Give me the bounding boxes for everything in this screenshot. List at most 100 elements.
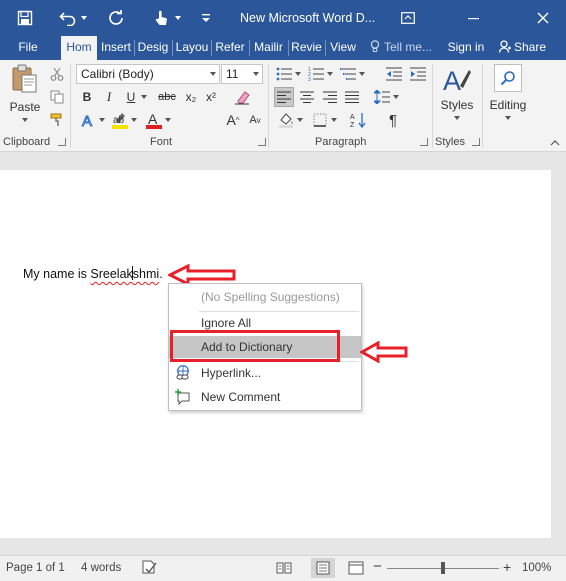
font-name-value: Calibri (Body) <box>81 67 154 81</box>
read-mode-icon[interactable] <box>276 561 292 578</box>
lightbulb-icon <box>370 38 380 60</box>
shading-dropdown-icon[interactable] <box>296 110 304 130</box>
font-launcher-icon[interactable] <box>258 138 266 146</box>
share-button[interactable]: Share <box>499 36 551 60</box>
tab-mailings[interactable]: Mailir <box>251 36 286 60</box>
line-spacing-dropdown-icon[interactable] <box>392 87 400 107</box>
underline-button[interactable]: U <box>122 87 140 107</box>
numbering-dropdown-icon[interactable] <box>326 64 334 84</box>
styles-group-label: Styles <box>435 136 465 148</box>
clear-formatting-icon[interactable] <box>232 87 252 107</box>
font-color-icon[interactable]: A <box>144 110 164 130</box>
multilevel-list-icon[interactable] <box>338 64 358 84</box>
numbering-icon[interactable]: 123 <box>306 64 326 84</box>
strikethrough-button[interactable]: abc <box>154 87 180 107</box>
font-color-dropdown-icon[interactable] <box>164 110 172 130</box>
bullets-dropdown-icon[interactable] <box>294 64 302 84</box>
svg-text:A: A <box>82 113 92 128</box>
zoom-out-button[interactable]: − <box>373 558 382 575</box>
close-icon[interactable] <box>533 8 553 28</box>
bullets-icon[interactable] <box>274 64 294 84</box>
borders-icon[interactable] <box>310 110 330 130</box>
sign-in-link[interactable]: Sign in <box>446 36 486 60</box>
ribbon-tabs: File Hom Insert Desig Layou Refer Mailir… <box>0 36 566 60</box>
clipboard-launcher-icon[interactable] <box>58 138 66 146</box>
justify-icon[interactable] <box>342 87 362 107</box>
svg-text:Z: Z <box>350 122 355 128</box>
highlight-dropdown-icon[interactable] <box>130 110 138 130</box>
align-center-icon[interactable] <box>297 87 317 107</box>
font-group-label: Font <box>150 136 173 148</box>
subscript-button[interactable]: x₂ <box>182 87 200 107</box>
collapse-ribbon-icon[interactable] <box>548 138 562 148</box>
web-layout-icon[interactable] <box>348 561 364 578</box>
decrease-indent-icon[interactable] <box>384 64 404 84</box>
clipboard-group-label: Clipboard <box>3 136 51 148</box>
print-layout-icon[interactable] <box>311 558 335 578</box>
format-painter-icon[interactable] <box>48 111 66 129</box>
styles-icon: A <box>443 66 471 94</box>
tab-design[interactable]: Desig <box>136 36 170 60</box>
tab-layout[interactable]: Layou <box>174 36 210 60</box>
customize-qat-icon[interactable] <box>198 6 214 30</box>
undo-dropdown-icon[interactable] <box>78 6 90 30</box>
redo-icon[interactable] <box>104 6 128 30</box>
ribbon-display-options-icon[interactable] <box>398 8 418 28</box>
copy-icon[interactable] <box>48 88 66 106</box>
new-comment-item[interactable]: New Comment <box>169 386 361 408</box>
italic-button[interactable]: I <box>100 87 118 107</box>
align-right-icon[interactable] <box>320 87 340 107</box>
align-left-icon[interactable] <box>274 87 294 107</box>
sort-icon[interactable]: AZ <box>348 110 368 130</box>
touch-mode-icon[interactable] <box>149 6 173 30</box>
plain-text: My name is <box>23 267 91 281</box>
editing-button[interactable]: Editing <box>486 64 530 130</box>
borders-dropdown-icon[interactable] <box>330 110 338 130</box>
font-size-value: 11 <box>226 67 239 81</box>
word-count[interactable]: 4 words <box>81 562 121 574</box>
zoom-slider[interactable] <box>387 562 499 574</box>
text-effects-dropdown-icon[interactable] <box>98 110 106 130</box>
tell-me-box[interactable]: Tell me... <box>370 36 440 60</box>
hyperlink-icon <box>175 365 191 381</box>
text-effects-icon[interactable]: A <box>80 110 98 130</box>
bold-button[interactable]: B <box>78 87 96 107</box>
show-formatting-marks-icon[interactable]: ¶ <box>384 110 402 130</box>
paragraph-launcher-icon[interactable] <box>420 138 428 146</box>
page-count[interactable]: Page 1 of 1 <box>6 562 65 574</box>
shading-icon[interactable] <box>276 110 296 130</box>
zoom-level[interactable]: 100% <box>522 562 551 574</box>
tab-references[interactable]: Refer <box>213 36 247 60</box>
zoom-slider-thumb[interactable] <box>441 562 445 574</box>
new-comment-label: New Comment <box>201 390 281 404</box>
minimize-icon[interactable] <box>464 8 484 28</box>
shrink-font-button[interactable]: Av <box>246 110 264 130</box>
tab-home[interactable]: Hom <box>61 36 97 60</box>
undo-icon[interactable] <box>56 6 80 30</box>
zoom-in-button[interactable]: + <box>503 559 511 575</box>
vertical-scrollbar[interactable] <box>551 153 566 555</box>
highlight-color-icon[interactable]: ab <box>110 110 130 130</box>
styles-button[interactable]: A Styles <box>438 64 476 130</box>
font-name-select[interactable]: Calibri (Body) <box>76 64 220 84</box>
cut-icon[interactable] <box>48 65 66 83</box>
line-spacing-icon[interactable] <box>372 87 392 107</box>
font-size-select[interactable]: 11 <box>221 64 263 84</box>
styles-launcher-icon[interactable] <box>472 138 480 146</box>
save-icon[interactable] <box>13 6 37 30</box>
tab-insert[interactable]: Insert <box>99 36 133 60</box>
multilevel-dropdown-icon[interactable] <box>358 64 366 84</box>
proofing-icon[interactable] <box>142 560 158 577</box>
document-paragraph[interactable]: My name is Sreelakshmi. <box>23 266 163 281</box>
grow-font-button[interactable]: A ^ <box>224 110 242 130</box>
misspelled-word[interactable]: Sreelakshmi <box>90 266 159 281</box>
tab-view[interactable]: View <box>328 36 358 60</box>
tab-review[interactable]: Revie <box>290 36 323 60</box>
superscript-button[interactable]: x² <box>202 87 220 107</box>
paste-button[interactable]: Paste <box>6 64 44 130</box>
hyperlink-item[interactable]: Hyperlink... <box>169 362 361 384</box>
increase-indent-icon[interactable] <box>408 64 428 84</box>
touch-mode-dropdown-icon[interactable] <box>172 6 184 30</box>
underline-dropdown-icon[interactable] <box>140 87 148 107</box>
tab-file[interactable]: File <box>10 36 46 60</box>
